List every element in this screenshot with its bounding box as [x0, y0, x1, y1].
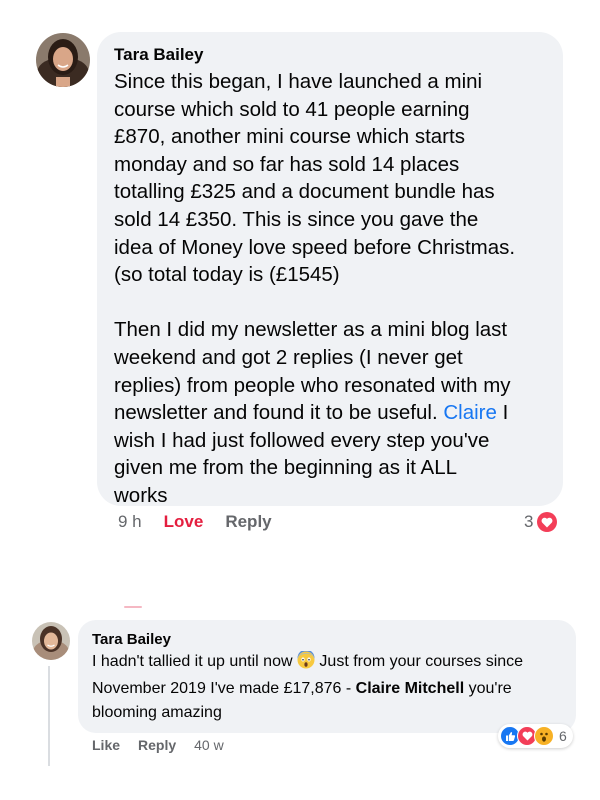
comment-bubble: Tara Bailey I hadn't tallied it up until…	[78, 620, 576, 733]
comment-actions: Like Reply 40 w	[92, 737, 224, 753]
author-name[interactable]: Tara Bailey	[114, 44, 543, 66]
avatar[interactable]	[36, 33, 90, 87]
author-name[interactable]: Tara Bailey	[92, 630, 562, 650]
wow-reaction-icon	[534, 726, 554, 746]
timestamp[interactable]: 40 w	[194, 737, 224, 753]
reaction-summary[interactable]: 3	[524, 512, 558, 532]
mention-link[interactable]: Claire	[443, 401, 497, 424]
heart-reaction-icon	[537, 512, 558, 532]
divider-fragment	[124, 606, 142, 608]
reply-button[interactable]: Reply	[225, 512, 271, 532]
reaction-count: 3	[524, 512, 534, 531]
timestamp[interactable]: 9 h	[118, 512, 142, 532]
comment-bubble: Tara Bailey Since this began, I have lau…	[97, 32, 563, 507]
thread-line	[48, 666, 50, 766]
like-button[interactable]: Like	[92, 737, 120, 753]
love-button[interactable]: Love	[164, 512, 204, 532]
scream-emoji-icon	[297, 649, 315, 677]
reply-button[interactable]: Reply	[138, 737, 176, 753]
comment-actions: 9 h Love Reply	[118, 512, 272, 532]
comment-text: I hadn't tallied it up until now Just fr…	[92, 649, 562, 725]
reaction-summary[interactable]: 6	[498, 724, 573, 748]
avatar[interactable]	[32, 622, 70, 660]
mention-link[interactable]: Claire Mitchell	[356, 680, 464, 697]
comment-text: Since this began, I have launched a mini…	[114, 70, 516, 507]
reaction-count: 6	[559, 728, 567, 744]
